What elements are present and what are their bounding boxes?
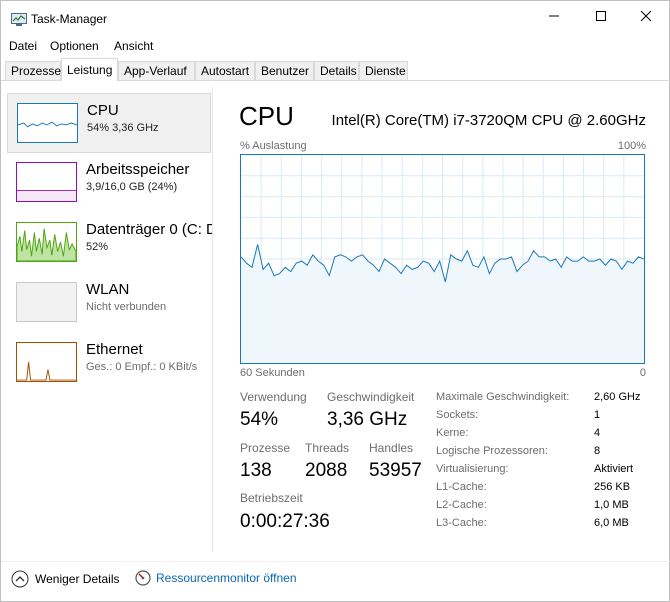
- cpu-model: Intel(R) Core(TM) i7-3720QM CPU @ 2.60GH…: [331, 112, 646, 129]
- handles-label: Handles: [369, 441, 414, 455]
- sidebar-subtitle: Nicht verbunden: [86, 301, 167, 313]
- tab-prozesse[interactable]: Prozesse: [5, 61, 61, 81]
- spec-label: Sockets:: [436, 409, 479, 421]
- cpu-usage-chart: [240, 155, 645, 363]
- cpu-usage-graph: [240, 154, 645, 364]
- tab-app-verlauf[interactable]: App-Verlauf: [118, 61, 195, 81]
- threads-value: 2088: [305, 460, 348, 481]
- usage-label: Verwendung: [240, 390, 307, 404]
- sidebar-item-memory[interactable]: Arbeitsspeicher 3,9/16,0 GB (24%): [7, 153, 211, 213]
- resource-monitor-link[interactable]: Ressourcenmonitor öffnen: [135, 570, 297, 586]
- close-button[interactable]: [623, 1, 669, 31]
- menu-optionen[interactable]: Optionen: [50, 39, 99, 53]
- sidebar-subtitle: 54% 3,36 GHz: [87, 122, 159, 134]
- sidebar-item-wlan[interactable]: WLAN Nicht verbunden: [7, 273, 211, 333]
- tab-benutzer[interactable]: Benutzer: [255, 61, 314, 81]
- sidebar-title: CPU: [87, 102, 119, 119]
- memory-mini-graph: [16, 162, 77, 202]
- tab-autostart[interactable]: Autostart: [195, 61, 255, 81]
- sidebar-title: WLAN: [86, 281, 130, 298]
- spec-value: 1,0 MB: [594, 499, 629, 511]
- sidebar-subtitle: Ges.: 0 Empf.: 0 KBit/s: [86, 361, 198, 373]
- spec-label: L1-Cache:: [436, 481, 487, 493]
- chevron-up-icon: [11, 570, 29, 588]
- uptime-label: Betriebszeit: [240, 491, 303, 505]
- sidebar-item-cpu[interactable]: CPU 54% 3,36 GHz: [7, 93, 211, 153]
- graph-y-axis-label: % Auslastung: [240, 140, 307, 152]
- resource-monitor-icon: [135, 570, 151, 586]
- speed-label: Geschwindigkeit: [327, 390, 415, 404]
- sidebar-title: Datenträger 0 (C: D: [86, 221, 212, 238]
- cpu-mini-graph: [17, 103, 78, 143]
- threads-label: Threads: [305, 441, 350, 455]
- spec-value: Aktiviert: [594, 463, 634, 475]
- sidebar-title: Arbeitsspeicher: [86, 161, 190, 178]
- title-bar[interactable]: Task-Manager: [1, 1, 670, 35]
- task-manager-window: Task-Manager Datei Optionen Ansicht Proz…: [0, 0, 670, 602]
- spec-value: 1: [594, 409, 601, 421]
- cpu-heading: CPU: [239, 101, 294, 131]
- spec-label: Logische Prozessoren:: [436, 445, 548, 457]
- resource-sidebar: CPU 54% 3,36 GHz Arbeitsspeicher 3,9/16,…: [1, 87, 213, 552]
- spec-label: L3-Cache:: [436, 517, 487, 529]
- sidebar-item-disk[interactable]: Datenträger 0 (C: D 52%: [7, 213, 212, 273]
- task-manager-icon: [11, 13, 27, 26]
- spec-label: Kerne:: [436, 427, 469, 439]
- graph-zero-label: 0: [639, 367, 646, 379]
- disk-mini-graph: [16, 222, 77, 262]
- cpu-detail-panel: CPU Intel(R) Core(TM) i7-3720QM CPU @ 2.…: [231, 87, 666, 552]
- close-icon: [640, 10, 652, 22]
- processes-label: Prozesse: [240, 441, 291, 455]
- footer-bar: Weniger Details Ressourcenmonitor öffnen: [1, 561, 670, 595]
- maximize-icon: [596, 11, 606, 21]
- ethernet-mini-graph: [16, 342, 77, 382]
- processes-value: 138: [240, 460, 272, 481]
- spec-label: Maximale Geschwindigkeit:: [436, 391, 570, 403]
- graph-time-label: 60 Sekunden: [240, 367, 305, 379]
- fewer-details-button[interactable]: Weniger Details: [11, 570, 119, 588]
- wlan-mini-graph: [16, 282, 77, 322]
- minimize-icon: [549, 15, 559, 17]
- graph-max-label: 100%: [617, 140, 646, 152]
- sidebar-subtitle: 52%: [86, 241, 109, 253]
- maximize-button[interactable]: [578, 1, 624, 31]
- handles-value: 53957: [369, 460, 422, 481]
- usage-value: 54%: [240, 409, 279, 430]
- minimize-button[interactable]: [531, 1, 577, 31]
- tab-bar: Prozesse Leistung App-Verlauf Autostart …: [1, 58, 670, 82]
- uptime-value: 0:00:27:36: [240, 511, 330, 532]
- menu-ansicht[interactable]: Ansicht: [114, 39, 153, 53]
- spec-value: 2,60 GHz: [594, 391, 641, 403]
- spec-value: 8: [594, 445, 601, 457]
- fewer-details-label: Weniger Details: [35, 572, 120, 586]
- window-title: Task-Manager: [31, 12, 108, 26]
- spec-value: 256 KB: [594, 481, 631, 493]
- menu-datei[interactable]: Datei: [9, 39, 37, 53]
- spec-value: 4: [594, 427, 601, 439]
- menu-bar: Datei Optionen Ansicht: [1, 37, 670, 57]
- sidebar-subtitle: 3,9/16,0 GB (24%): [86, 181, 178, 193]
- resource-monitor-label: Ressourcenmonitor öffnen: [156, 571, 297, 585]
- sidebar-item-ethernet[interactable]: Ethernet Ges.: 0 Empf.: 0 KBit/s: [7, 333, 211, 393]
- tab-dienste[interactable]: Dienste: [359, 61, 408, 81]
- spec-value: 6,0 MB: [594, 517, 629, 529]
- tab-details[interactable]: Details: [314, 61, 359, 81]
- spec-label: L2-Cache:: [436, 499, 487, 511]
- spec-label: Virtualisierung:: [436, 463, 509, 475]
- speed-value: 3,36 GHz: [327, 409, 408, 430]
- sidebar-title: Ethernet: [86, 341, 143, 358]
- tab-leistung[interactable]: Leistung: [61, 58, 118, 82]
